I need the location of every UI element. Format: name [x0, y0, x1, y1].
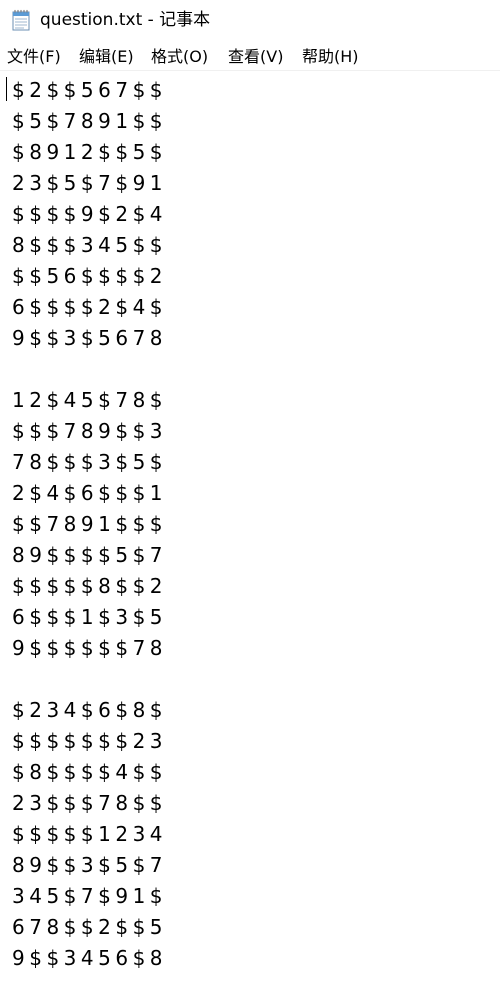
- editor-content[interactable]: $2$$567$$ $5$7891$$ $8912$$5$ 23$5$7$91 …: [12, 75, 167, 974]
- menu-help[interactable]: 帮助(H): [302, 46, 359, 68]
- menu-edit[interactable]: 编辑(E): [79, 46, 134, 68]
- notepad-icon: [12, 9, 30, 31]
- menu-bar: 文件(F) 编辑(E) 格式(O) 查看(V) 帮助(H): [0, 42, 500, 71]
- window-title: question.txt - 记事本: [40, 10, 211, 30]
- title-bar: question.txt - 记事本: [0, 0, 500, 40]
- menu-format[interactable]: 格式(O): [151, 46, 208, 68]
- text-caret: [6, 77, 7, 101]
- menu-view[interactable]: 查看(V): [228, 46, 283, 68]
- menu-file[interactable]: 文件(F): [7, 46, 61, 68]
